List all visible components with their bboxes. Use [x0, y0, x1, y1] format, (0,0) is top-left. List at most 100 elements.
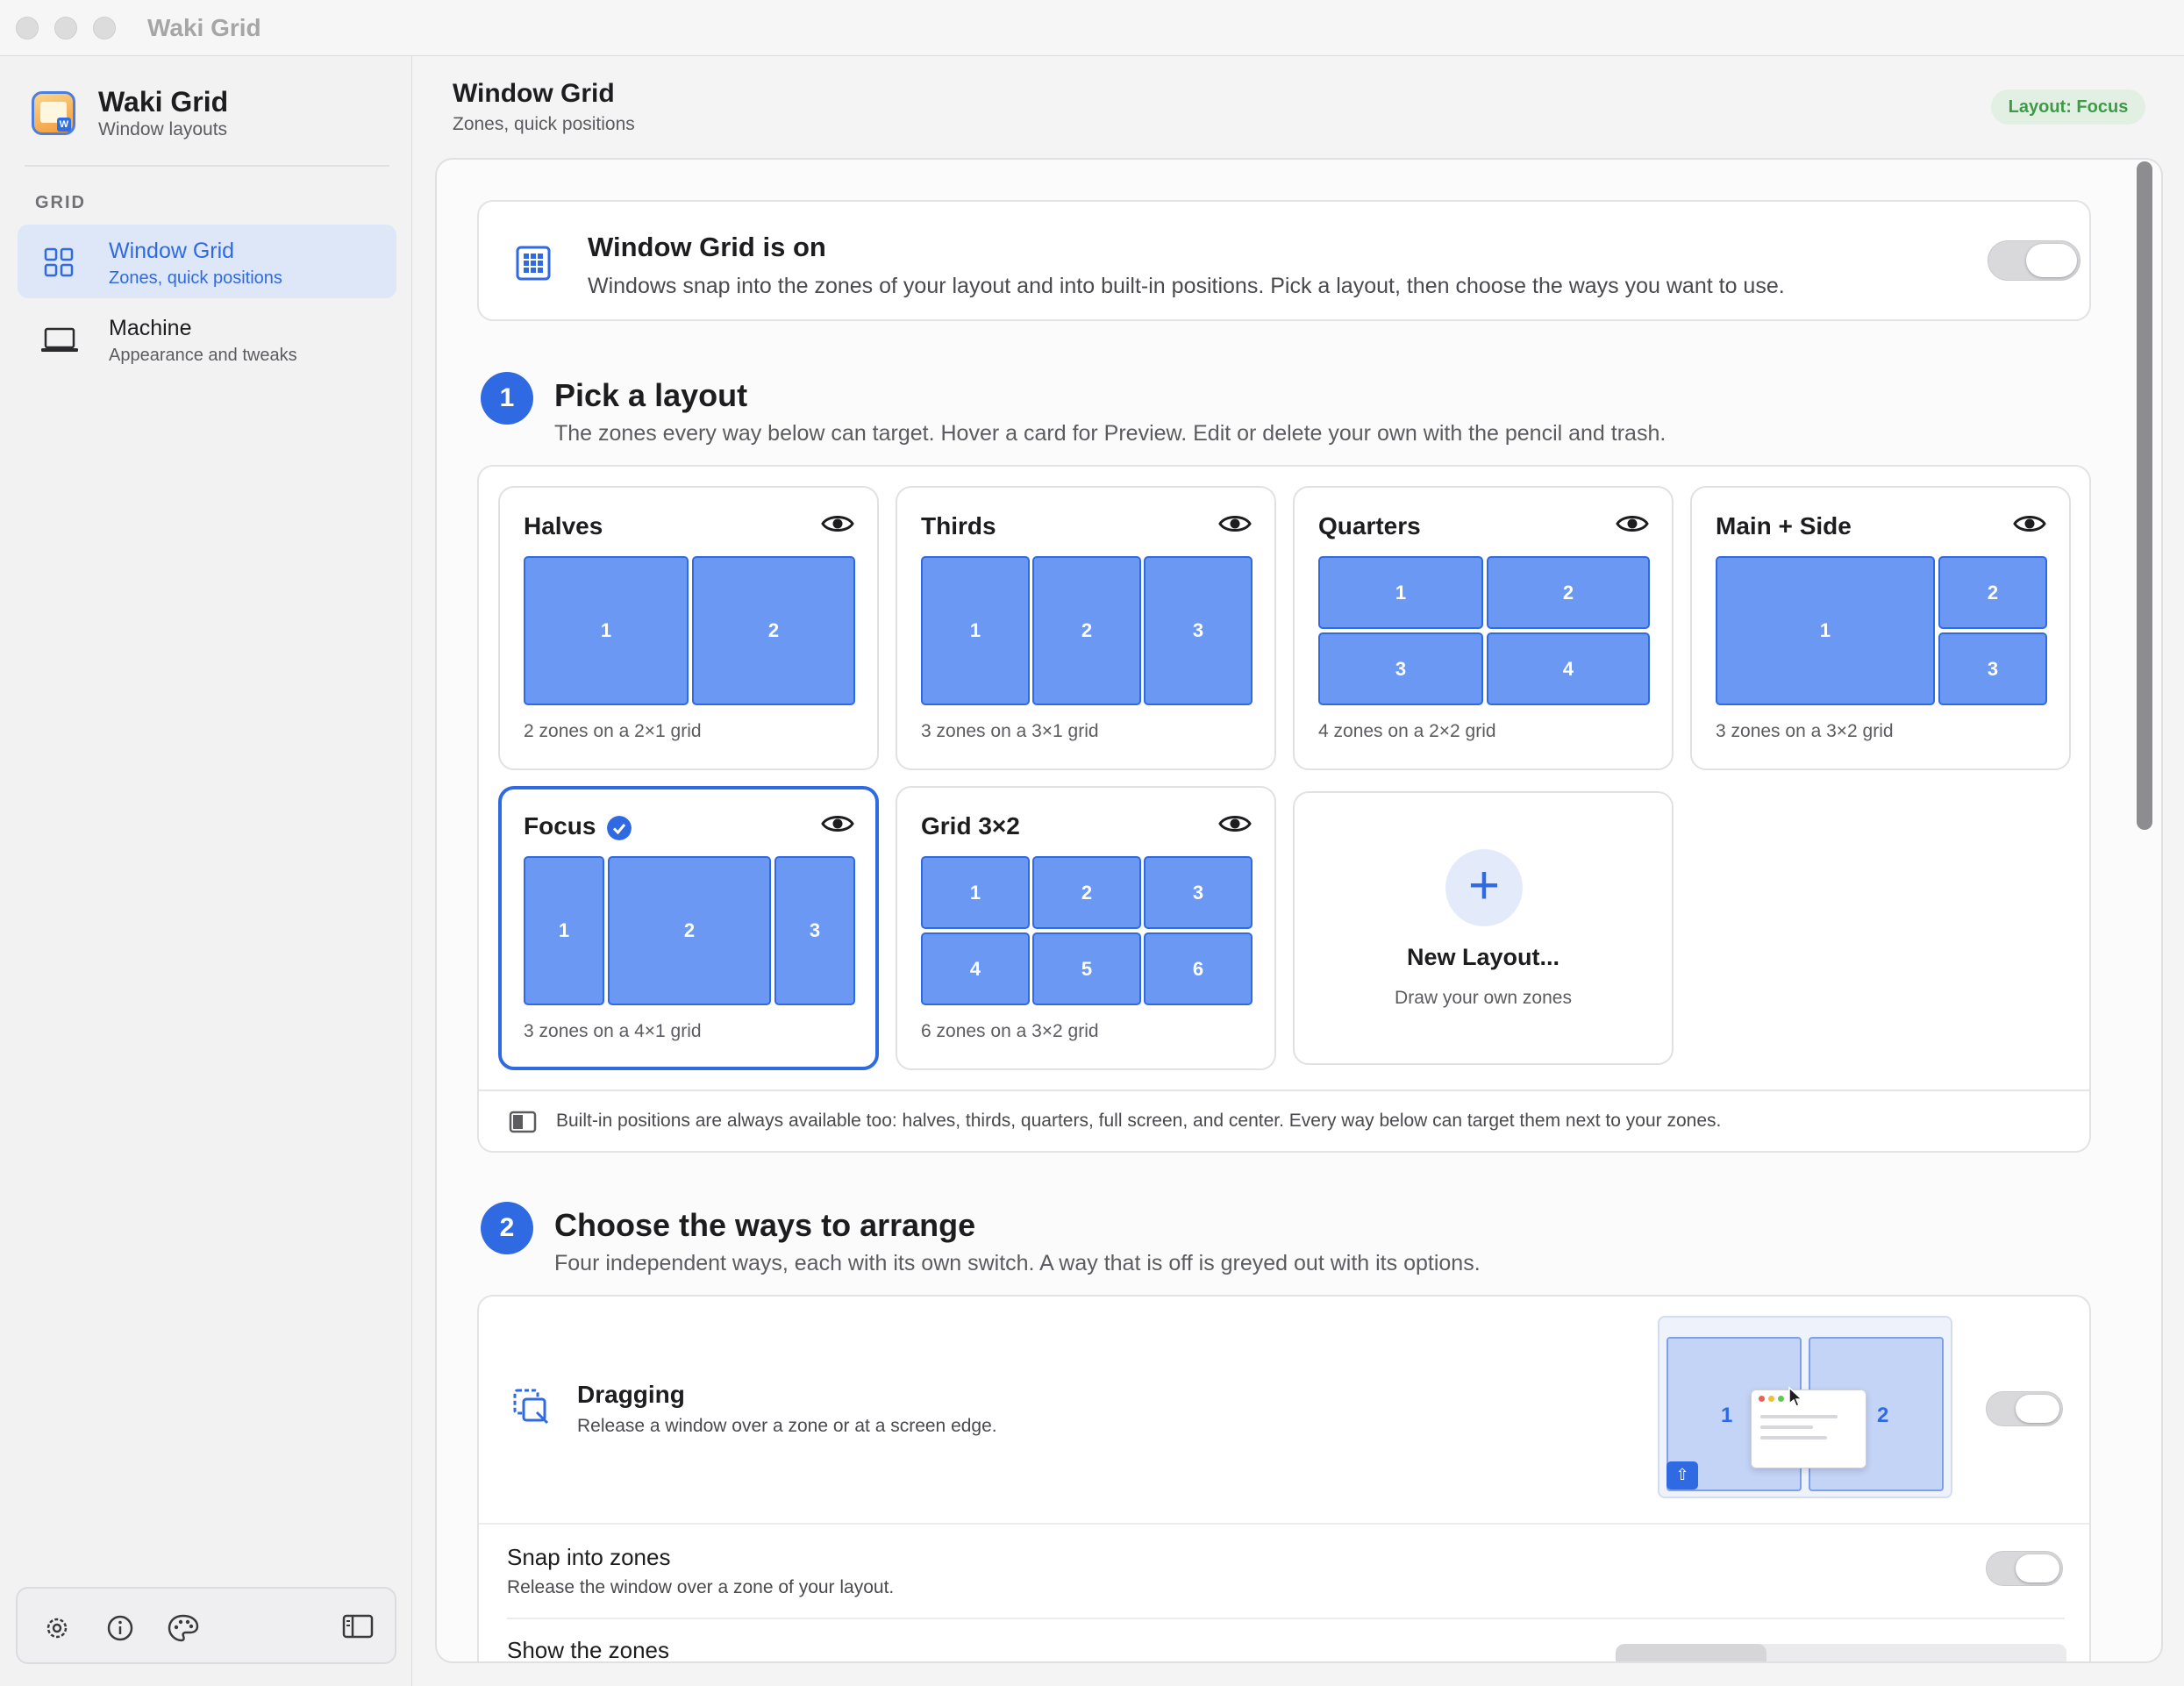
sidebar-footer	[16, 1587, 396, 1664]
eye-icon[interactable]	[821, 812, 854, 835]
eye-icon[interactable]	[1616, 512, 1649, 535]
show-zones-title: Show the zones	[507, 1637, 670, 1663]
zone: 3	[774, 856, 855, 1005]
layout-preview: 1 2	[524, 556, 855, 705]
page-subtitle: Zones, quick positions	[453, 114, 635, 134]
close-window-button[interactable]	[16, 17, 39, 39]
scrollbar[interactable]	[2137, 161, 2152, 830]
zone: 4	[921, 932, 1030, 1005]
zone: 2	[1487, 556, 1650, 629]
window-half-icon	[509, 1111, 537, 1133]
arrange-ways-card: Dragging Release a window over a zone or…	[477, 1295, 2091, 1663]
zone: 3	[1144, 856, 1253, 929]
zone: 1	[921, 856, 1030, 929]
layout-name: Thirds	[921, 512, 996, 539]
layout-preview: 1 2 3	[524, 856, 855, 1005]
shift-key-badge: ⇧	[1667, 1461, 1698, 1490]
layout-description: 2 zones on a 2×1 grid	[524, 721, 702, 741]
snap-description: Release the window over a zone of your l…	[507, 1577, 895, 1597]
cursor-icon	[1788, 1386, 1803, 1407]
sidebar: W Waki Grid Window layouts GRID Window G…	[0, 56, 412, 1686]
step-number: 1	[481, 372, 533, 425]
page-title: Window Grid	[453, 79, 615, 108]
layout-card-quarters[interactable]: Quarters 1 2 3 4 4 zones on a 2×2 grid	[1293, 486, 1674, 770]
zone: 2	[692, 556, 855, 705]
new-layout-subtitle: Draw your own zones	[1395, 988, 1572, 1008]
note-text: Built-in positions are always available …	[556, 1111, 1722, 1131]
zone: 1	[1318, 556, 1483, 629]
zone: 1	[1716, 556, 1935, 705]
layout-description: 4 zones on a 2×2 grid	[1318, 721, 1496, 741]
segment-every-drag[interactable]: Every drag	[1917, 1644, 2066, 1661]
step-title: Pick a layout	[554, 377, 748, 413]
sidebar-item-subtitle: Zones, quick positions	[109, 268, 282, 288]
window-grid-toggle[interactable]	[1988, 240, 2081, 281]
sidebar-item-subtitle: Appearance and tweaks	[109, 346, 297, 365]
palette-icon[interactable]	[167, 1613, 200, 1643]
sidebar-divider	[25, 165, 389, 167]
preview-window	[1751, 1390, 1866, 1468]
zone: 2	[608, 856, 771, 1005]
zone: 1	[524, 556, 689, 705]
eye-icon[interactable]	[821, 512, 854, 535]
new-layout-button[interactable]: + New Layout... Draw your own zones	[1293, 791, 1674, 1065]
zoom-window-button[interactable]	[93, 17, 116, 39]
layout-preview: 1 2 3	[1716, 556, 2047, 705]
layout-description: 3 zones on a 4×1 grid	[524, 1021, 702, 1041]
layout-card-thirds[interactable]: Thirds 1 2 3 3 zones on a 3×1 grid	[896, 486, 1276, 770]
grid-icon	[516, 246, 551, 281]
layout-preview: 1 2 3 4	[1318, 556, 1650, 705]
laptop-icon	[41, 327, 78, 352]
segment-shift-drag[interactable]: ⇧ drag	[1616, 1644, 1766, 1661]
layout-description: 3 zones on a 3×1 grid	[921, 721, 1099, 741]
grid-status-description: Windows snap into the zones of your layo…	[588, 274, 1785, 298]
layout-card-halves[interactable]: Halves 1 2 2 zones on a 2×1 grid	[498, 486, 879, 770]
zone: 4	[1487, 632, 1650, 705]
window-title: Waki Grid	[147, 14, 261, 41]
show-zones-segmented-control: ⇧ drag ⌥ drag Every drag	[1616, 1644, 2066, 1661]
snap-into-zones-toggle[interactable]	[1986, 1551, 2063, 1586]
layout-name: Main + Side	[1716, 512, 1852, 539]
dragging-preview: 1 2 ⇧	[1658, 1316, 1952, 1498]
info-icon[interactable]	[105, 1613, 135, 1643]
layout-preview: 1 2 3	[921, 556, 1253, 705]
zone: 3	[1144, 556, 1253, 705]
zone: 3	[1318, 632, 1483, 705]
zone: 5	[1032, 932, 1141, 1005]
zone: 2	[1032, 556, 1141, 705]
eye-icon[interactable]	[2013, 512, 2046, 535]
zone: 2	[1032, 856, 1141, 929]
layout-name: Grid 3×2	[921, 812, 1020, 839]
sidebar-item-machine[interactable]: Machine Appearance and tweaks	[18, 302, 396, 375]
dragging-title: Dragging	[577, 1381, 685, 1408]
eye-icon[interactable]	[1218, 812, 1252, 835]
sidebar-item-label: Window Grid	[109, 239, 235, 263]
sidebar-item-label: Machine	[109, 316, 192, 340]
zone: 2	[1938, 556, 2047, 629]
grid-status-title: Window Grid is on	[588, 232, 826, 262]
sidebar-item-window-grid[interactable]: Window Grid Zones, quick positions	[18, 225, 396, 298]
content-panel: Window Grid is on Windows snap into the …	[435, 158, 2163, 1663]
zone: 1	[921, 556, 1030, 705]
plus-icon: +	[1445, 849, 1523, 926]
zone: 3	[1938, 632, 2047, 705]
layout-card-focus[interactable]: Focus 1 2 3 3 zones on a 4×1 grid	[498, 786, 879, 1070]
title-bar: Waki Grid	[0, 0, 2184, 56]
drag-window-icon	[513, 1389, 549, 1425]
layout-description: 3 zones on a 3×2 grid	[1716, 721, 1894, 741]
gear-icon[interactable]	[42, 1613, 72, 1643]
built-in-positions-note: Built-in positions are always available …	[479, 1089, 2089, 1151]
eye-icon[interactable]	[1218, 512, 1252, 535]
layout-picker: Halves 1 2 2 zones on a 2×1 grid Thirds …	[477, 465, 2091, 1153]
layout-card-grid-3x2[interactable]: Grid 3×2 1 2 3 4 5 6 6 zones on a 3×2 gr…	[896, 786, 1276, 1070]
sidebar-toggle-icon[interactable]	[342, 1613, 374, 1640]
grid-icon	[44, 247, 74, 277]
layout-card-main-side[interactable]: Main + Side 1 2 3 3 zones on a 3×2 grid	[1690, 486, 2071, 770]
minimize-window-button[interactable]	[54, 17, 77, 39]
step-number: 2	[481, 1202, 533, 1254]
layout-name: Quarters	[1318, 512, 1421, 539]
app-icon: W	[32, 91, 75, 135]
segment-option-drag[interactable]: ⌥ drag	[1766, 1644, 1917, 1661]
dragging-toggle[interactable]	[1986, 1391, 2063, 1426]
snap-title: Snap into zones	[507, 1544, 671, 1570]
